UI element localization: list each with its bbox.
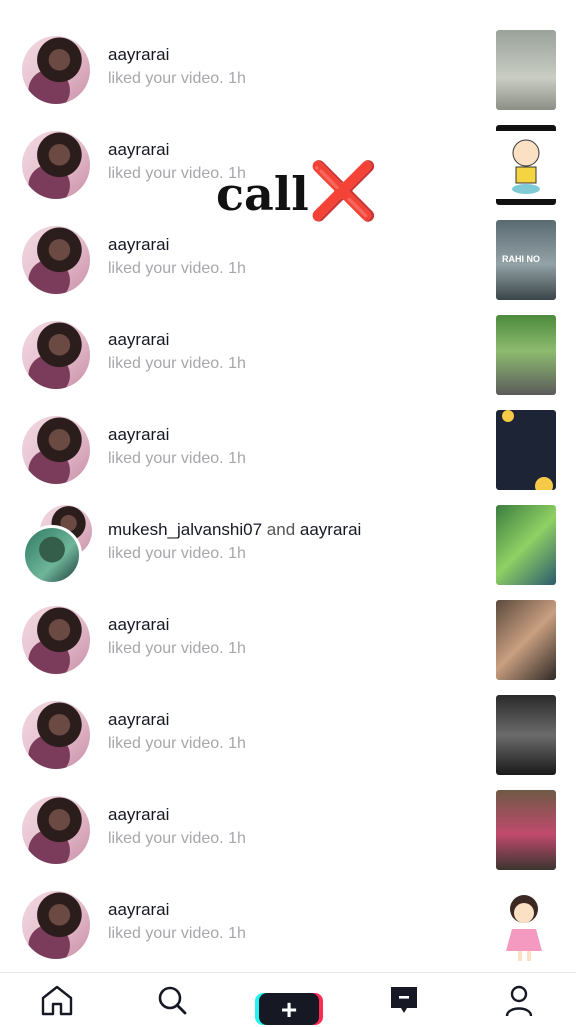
tab-inbox[interactable] — [384, 983, 424, 1023]
username[interactable]: aayrarai — [108, 234, 246, 256]
notification-row[interactable]: aayrarai liked your video. 1h — [0, 315, 576, 410]
overlay-sticker: call❌ — [216, 162, 379, 224]
notification-action: liked your video. 1h — [108, 70, 246, 87]
username[interactable]: aayrarai — [108, 709, 246, 731]
avatar[interactable] — [22, 36, 90, 104]
notification-action: liked your video. 1h — [108, 545, 246, 562]
notification-action: liked your video. 1h — [108, 260, 246, 277]
inbox-icon — [391, 987, 417, 1013]
notification-row[interactable]: aayrarai liked your video. 1h — [0, 885, 576, 980]
notification-row[interactable]: mukesh_jalvanshi07 and aayrarai liked yo… — [0, 505, 576, 600]
notification-action: liked your video. 1h — [108, 450, 246, 467]
username[interactable]: aayrarai — [108, 614, 246, 636]
home-icon — [41, 985, 73, 1016]
avatar[interactable] — [22, 701, 90, 769]
video-thumbnail[interactable] — [496, 885, 556, 965]
cartoon-girl-illustration — [506, 895, 542, 961]
video-thumbnail[interactable] — [496, 410, 556, 490]
notification-text: mukesh_jalvanshi07 and aayrarai liked yo… — [108, 519, 361, 565]
notification-text: aayrarai liked your video. 1h — [108, 234, 246, 280]
username[interactable]: aayrarai — [108, 139, 246, 161]
tab-discover[interactable] — [152, 983, 192, 1023]
conjunction: and — [266, 520, 296, 539]
video-thumbnail[interactable] — [496, 30, 556, 110]
usernames: mukesh_jalvanshi07 and aayrarai — [108, 519, 361, 541]
notification-row[interactable]: aayrarai liked your video. 1h RAHI NO — [0, 220, 576, 315]
username[interactable]: aayrarai — [108, 899, 246, 921]
create-plus-button[interactable]: + — [259, 993, 319, 1025]
video-thumbnail[interactable]: RAHI NO — [496, 220, 556, 300]
emoji-stickers — [502, 410, 553, 490]
notification-text: aayrarai liked your video. 1h — [108, 899, 246, 945]
notification-text: aayrarai liked your video. 1h — [108, 614, 246, 660]
video-thumbnail[interactable] — [496, 695, 556, 775]
profile-icon — [505, 985, 533, 1017]
notification-text: aayrarai liked your video. 1h — [108, 424, 246, 470]
avatar-secondary[interactable] — [22, 525, 82, 585]
notification-text: aayrarai liked your video. 1h — [108, 329, 246, 375]
notification-row[interactable]: aayrarai liked your video. 1h — [0, 600, 576, 695]
username[interactable]: aayrarai — [108, 329, 246, 351]
avatar[interactable] — [22, 131, 90, 199]
avatar[interactable] — [22, 796, 90, 864]
username[interactable]: mukesh_jalvanshi07 — [108, 520, 262, 539]
username[interactable]: aayrarai — [108, 804, 246, 826]
cartoon-illustration — [512, 139, 540, 194]
video-thumbnail[interactable] — [496, 790, 556, 870]
username[interactable]: aayrarai — [108, 44, 246, 66]
video-thumbnail[interactable] — [496, 505, 556, 585]
video-thumbnail[interactable] — [496, 600, 556, 680]
notification-action: liked your video. 1h — [108, 640, 246, 657]
username-2[interactable]: aayrarai — [300, 520, 361, 539]
avatar[interactable] — [22, 226, 90, 294]
notification-action: liked your video. 1h — [108, 735, 246, 752]
notification-text: aayrarai liked your video. 1h — [108, 709, 246, 755]
thumbnail-caption: RAHI NO — [502, 254, 540, 264]
notification-row[interactable]: aayrarai liked your video. 1h — [0, 695, 576, 790]
notification-text: aayrarai liked your video. 1h — [108, 44, 246, 90]
cross-mark-icon: ❌ — [308, 159, 379, 224]
notification-action: liked your video. 1h — [108, 355, 246, 372]
avatar[interactable] — [22, 891, 90, 959]
video-thumbnail[interactable] — [496, 125, 556, 205]
tab-profile[interactable] — [499, 983, 539, 1023]
avatar[interactable] — [22, 321, 90, 389]
notification-row[interactable]: aayrarai liked your video. 1h — [0, 30, 576, 125]
create-plus-icon: + — [280, 994, 298, 1025]
video-thumbnail[interactable] — [496, 315, 556, 395]
bottom-tab-bar: + — [0, 972, 576, 1025]
notification-row[interactable]: aayrarai liked your video. 1h — [0, 410, 576, 505]
notification-action: liked your video. 1h — [108, 925, 246, 942]
notification-text: aayrarai liked your video. 1h — [108, 804, 246, 850]
avatar[interactable] — [22, 606, 90, 674]
notification-row[interactable]: aayrarai liked your video. 1h — [0, 790, 576, 885]
notification-action: liked your video. 1h — [108, 830, 246, 847]
search-icon — [158, 986, 187, 1015]
tab-home[interactable] — [37, 983, 77, 1023]
username[interactable]: aayrarai — [108, 424, 246, 446]
overlay-text: call — [216, 167, 309, 221]
avatar[interactable] — [22, 416, 90, 484]
